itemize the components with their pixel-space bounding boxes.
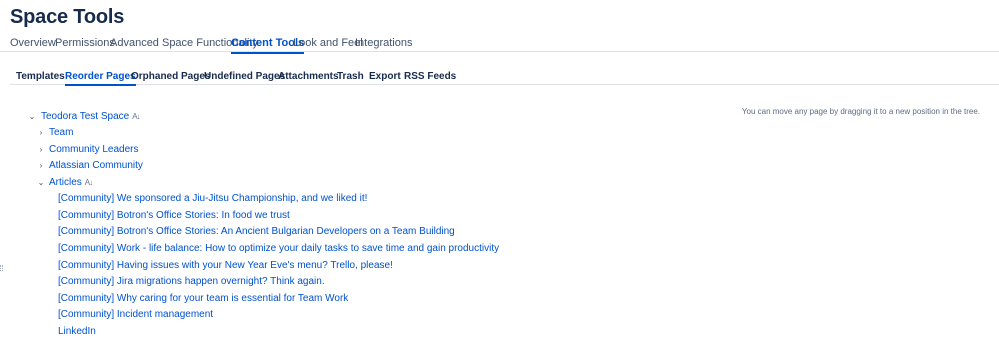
tree-item: › Community Leaders [36, 142, 139, 156]
list-item: [Community] Jira migrations happen overn… [58, 274, 325, 288]
tab-orphaned-pages[interactable]: Orphaned Pages [131, 71, 210, 82]
page-title: Space Tools [10, 6, 125, 28]
tab-attachments[interactable]: Attachments [278, 71, 339, 82]
tab-export[interactable]: Export [369, 71, 401, 82]
tree-item: › Team [36, 125, 74, 139]
tab-integrations[interactable]: Integrations [355, 37, 412, 49]
tab-overview[interactable]: Overview [10, 37, 56, 49]
list-item: [Community] Work - life balance: How to … [58, 241, 499, 255]
tree-item-link[interactable]: Team [49, 127, 73, 138]
tab-rss-feeds[interactable]: RSS Feeds [404, 71, 456, 82]
tab-templates[interactable]: Templates [16, 71, 65, 82]
chevron-down-icon[interactable]: ⌄ [27, 112, 37, 121]
list-item: [Community] Botron's Office Stories: In … [58, 208, 290, 222]
list-item: LinkedIn [58, 324, 96, 338]
sort-alpha-icon[interactable]: A↓ [85, 178, 93, 187]
article-link[interactable]: [Community] Having issues with your New … [58, 260, 393, 271]
article-link[interactable]: [Community] Incident management [58, 309, 213, 320]
tab-reorder-pages[interactable]: Reorder Pages [65, 71, 136, 86]
secondary-tabs: Templates Reorder Pages Orphaned Pages U… [0, 66, 999, 86]
tab-undefined-pages[interactable]: Undefined Pages [204, 71, 285, 82]
primary-tabs: Overview Permissions Advanced Space Func… [0, 33, 999, 54]
tree-item-link[interactable]: Articles [49, 177, 82, 188]
tree-root: ⌄ Teodora Test Space A↓ [27, 109, 141, 123]
chevron-down-icon[interactable]: ⌄ [36, 178, 46, 187]
article-link[interactable]: [Community] Jira migrations happen overn… [58, 276, 325, 287]
article-link[interactable]: [Community] Work - life balance: How to … [58, 243, 499, 254]
secondary-tabs-divider [10, 84, 999, 85]
tree-item: ⌄ Articles A↓ [36, 175, 94, 189]
chevron-right-icon[interactable]: › [36, 128, 46, 137]
sort-alpha-icon[interactable]: A↓ [132, 112, 140, 121]
list-item: [Community] We sponsored a Jiu-Jitsu Cha… [58, 191, 367, 205]
chevron-right-icon[interactable]: › [36, 145, 46, 154]
list-item: [Community] Having issues with your New … [58, 258, 393, 272]
article-link[interactable]: LinkedIn [58, 326, 96, 337]
tab-trash[interactable]: Trash [337, 71, 364, 82]
article-link[interactable]: [Community] Botron's Office Stories: In … [58, 210, 290, 221]
tab-permissions[interactable]: Permissions [55, 37, 115, 49]
tree-item-link[interactable]: Atlassian Community [49, 160, 143, 171]
list-item: [Community] Incident management [58, 307, 213, 321]
list-item: [Community] Why caring for your team is … [58, 291, 348, 305]
article-link[interactable]: [Community] Why caring for your team is … [58, 293, 348, 304]
tree-item: › Atlassian Community [36, 158, 143, 172]
article-link[interactable]: [Community] Botron's Office Stories: An … [58, 226, 455, 237]
chevron-right-icon[interactable]: › [36, 161, 46, 170]
tree-item-link[interactable]: Community Leaders [49, 144, 138, 155]
resize-handle[interactable] [0, 265, 3, 271]
reorder-hint: You can move any page by dragging it to … [741, 107, 980, 116]
list-item: [Community] Botron's Office Stories: An … [58, 224, 455, 238]
tab-look-and-feel[interactable]: Look and Feel [293, 37, 363, 49]
tree-root-link[interactable]: Teodora Test Space [41, 111, 129, 122]
article-link[interactable]: [Community] We sponsored a Jiu-Jitsu Cha… [58, 193, 367, 204]
